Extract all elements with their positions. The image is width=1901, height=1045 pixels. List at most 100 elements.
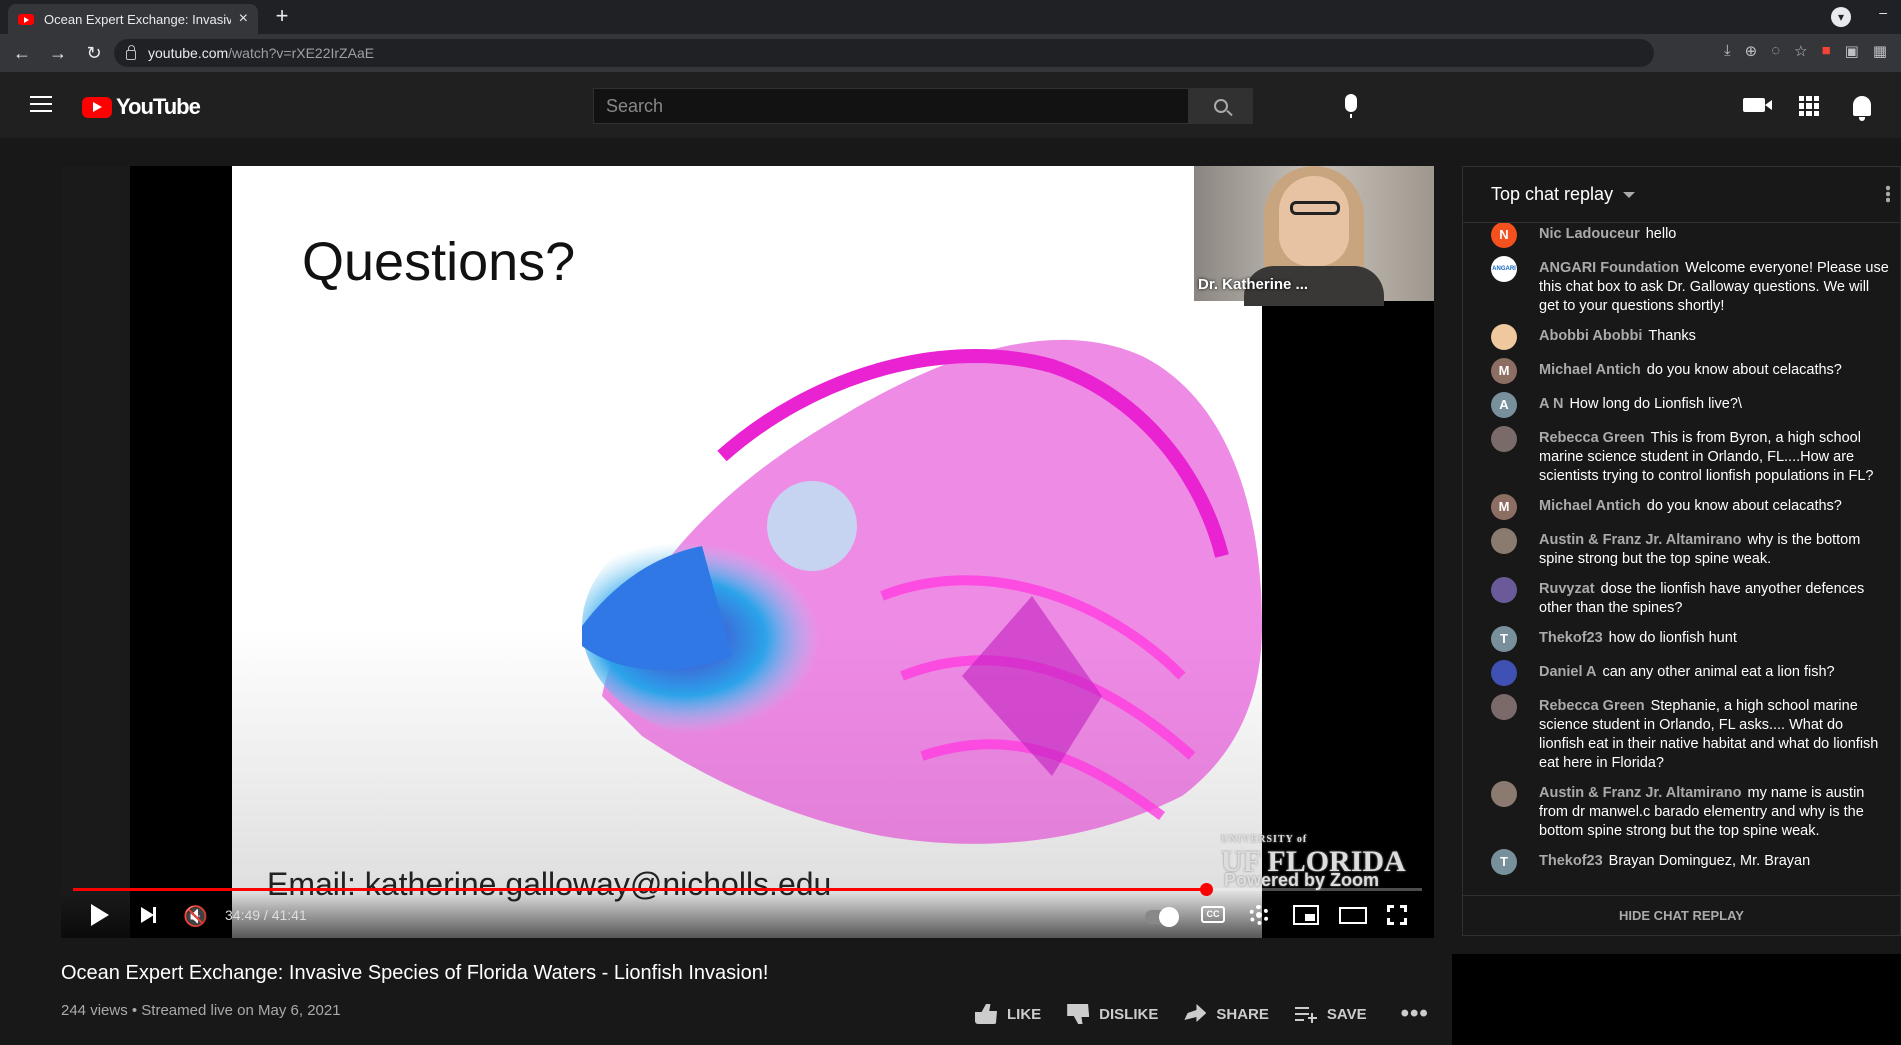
chat-author[interactable]: Michael Antich xyxy=(1539,498,1641,514)
chat-message-body: Michael Antich do you know about celacath… xyxy=(1539,361,1889,380)
dislike-button[interactable]: DISLIKE xyxy=(1067,1004,1158,1024)
muted-volume-icon[interactable]: 🔇 xyxy=(183,904,208,929)
video-title: Ocean Expert Exchange: Invasive Species … xyxy=(61,962,769,984)
chat-message-list[interactable]: N Nic Ladouceur hello ANGARI ANGARI Foundati… xyxy=(1463,223,1900,895)
back-icon[interactable]: ← xyxy=(8,43,36,64)
browser-tab[interactable]: Ocean Expert Exchange: Invasive × xyxy=(8,4,258,34)
profile-dropdown-icon[interactable]: ▾ xyxy=(1831,7,1851,27)
captions-icon[interactable]: CC xyxy=(1201,906,1225,923)
chat-author[interactable]: ANGARI Foundation xyxy=(1539,260,1679,276)
chat-message: A A N How long do Lionfish live?\ xyxy=(1491,392,1900,418)
slide-frame: Questions? Email: katherine.galloway@nic… xyxy=(232,166,1262,938)
youtube-logo[interactable]: YouTube xyxy=(82,94,201,120)
slide-title: Questions? xyxy=(302,232,576,292)
avatar[interactable] xyxy=(1491,660,1517,686)
chat-author[interactable]: Austin & Franz Jr. Altamirano xyxy=(1539,532,1742,548)
save-button[interactable]: SAVE xyxy=(1294,1004,1367,1024)
chat-author[interactable]: Austin & Franz Jr. Altamirano xyxy=(1539,785,1742,801)
like-label: LIKE xyxy=(1007,1005,1042,1023)
chat-author[interactable]: Abobbi Abobbi xyxy=(1539,328,1642,344)
more-actions-icon[interactable]: ••• xyxy=(1401,1000,1429,1028)
chat-message-body: Rebecca Green This is from Byron, a high … xyxy=(1539,429,1889,486)
microphone-icon[interactable] xyxy=(1345,94,1357,118)
extension-icon[interactable]: ▣ xyxy=(1845,42,1859,60)
notifications-icon[interactable] xyxy=(1853,96,1871,121)
play-icon[interactable] xyxy=(91,904,109,926)
chat-message: Abobbi Abobbi Thanks xyxy=(1491,324,1900,350)
youtube-favicon-icon xyxy=(18,13,34,25)
chat-text: do you know about celacaths? xyxy=(1646,362,1842,378)
chat-author[interactable]: Rebecca Green xyxy=(1539,698,1645,714)
avatar[interactable]: A xyxy=(1491,392,1517,418)
search-button[interactable] xyxy=(1188,89,1252,123)
chat-message: Austin & Franz Jr. Altamirano my name is … xyxy=(1491,781,1900,841)
speaker-glasses xyxy=(1290,201,1340,215)
avatar[interactable]: T xyxy=(1491,626,1517,652)
chat-author[interactable]: A N xyxy=(1539,396,1563,412)
speaker-video-feed: Dr. Katherine ... xyxy=(1194,166,1434,306)
eye-slash-icon[interactable]: ◌ xyxy=(1771,42,1780,60)
download-icon[interactable]: ⤓ xyxy=(1724,42,1731,60)
playlist-add-icon xyxy=(1294,1004,1317,1024)
thumbs-up-icon xyxy=(975,1004,997,1024)
star-icon[interactable]: ☆ xyxy=(1794,42,1807,60)
player-controls: 🔇 34:49 / 41:41 CC xyxy=(61,892,1434,938)
avatar[interactable] xyxy=(1491,426,1517,452)
settings-gear-icon[interactable] xyxy=(1249,905,1269,925)
avatar[interactable]: N xyxy=(1491,223,1517,248)
chat-author[interactable]: Rebecca Green xyxy=(1539,430,1645,446)
search-input[interactable] xyxy=(594,89,1188,123)
hide-chat-replay-button[interactable]: HIDE CHAT REPLAY xyxy=(1463,895,1900,935)
avatar[interactable]: M xyxy=(1491,494,1517,520)
side-panel-blank xyxy=(1452,954,1901,1045)
create-video-icon[interactable] xyxy=(1743,98,1772,112)
chat-author[interactable]: Daniel A xyxy=(1539,664,1596,680)
new-tab-button[interactable]: + xyxy=(270,5,294,29)
grid-extension-icon[interactable]: ▦ xyxy=(1873,42,1887,60)
chat-author[interactable]: Thekof23 xyxy=(1539,630,1603,646)
chat-author[interactable]: Nic Ladouceur xyxy=(1539,226,1640,242)
window-controls: – xyxy=(1879,4,1887,20)
address-bar[interactable]: youtube.com /watch?v=rXE22IrZAaE xyxy=(114,39,1654,67)
menu-icon[interactable] xyxy=(30,96,52,114)
minimize-icon[interactable]: – xyxy=(1879,4,1887,20)
miniplayer-icon[interactable] xyxy=(1293,905,1319,925)
tab-close-icon[interactable]: × xyxy=(239,10,248,28)
reload-icon[interactable]: ↻ xyxy=(80,43,108,64)
youtube-play-icon xyxy=(82,96,112,118)
chat-text: how do lionfish hunt xyxy=(1608,630,1737,646)
chevron-down-icon[interactable] xyxy=(1623,191,1636,198)
autoplay-toggle[interactable] xyxy=(1145,907,1179,927)
chat-author[interactable]: Thekof23 xyxy=(1539,853,1603,869)
video-player[interactable]: Questions? Email: katherine.galloway@nic… xyxy=(61,166,1434,938)
chat-text: Brayan Dominguez, Mr. Brayan xyxy=(1608,853,1811,869)
chat-mode-dropdown[interactable]: Top chat replay xyxy=(1491,184,1613,205)
next-icon[interactable] xyxy=(141,907,156,923)
chat-message-body: Daniel A can any other animal eat a lion … xyxy=(1539,663,1889,682)
apps-icon[interactable] xyxy=(1799,96,1819,116)
avatar[interactable]: T xyxy=(1491,849,1517,875)
chat-author[interactable]: Ruvyzat xyxy=(1539,581,1595,597)
theater-mode-icon[interactable] xyxy=(1339,907,1367,924)
like-button[interactable]: LIKE xyxy=(975,1004,1041,1024)
pdf-extension-icon[interactable]: ■ xyxy=(1822,42,1831,60)
zoom-icon[interactable]: ⊕ xyxy=(1745,42,1758,60)
avatar[interactable]: M xyxy=(1491,358,1517,384)
avatar[interactable]: ANGARI xyxy=(1491,256,1517,282)
more-vert-icon[interactable] xyxy=(1886,185,1890,203)
fullscreen-icon[interactable] xyxy=(1387,905,1407,925)
avatar[interactable] xyxy=(1491,324,1517,350)
search-box xyxy=(593,88,1253,124)
share-button[interactable]: SHARE xyxy=(1184,1004,1269,1024)
chat-text: How long do Lionfish live?\ xyxy=(1569,396,1742,412)
avatar[interactable] xyxy=(1491,694,1517,720)
forward-icon[interactable]: → xyxy=(44,43,72,64)
avatar[interactable] xyxy=(1491,781,1517,807)
chat-text: Thanks xyxy=(1648,328,1696,344)
avatar[interactable] xyxy=(1491,528,1517,554)
avatar[interactable] xyxy=(1491,577,1517,603)
search-icon xyxy=(1213,99,1228,113)
chat-author[interactable]: Michael Antich xyxy=(1539,362,1641,378)
progress-bar[interactable] xyxy=(73,883,1422,896)
lock-icon xyxy=(126,45,136,60)
